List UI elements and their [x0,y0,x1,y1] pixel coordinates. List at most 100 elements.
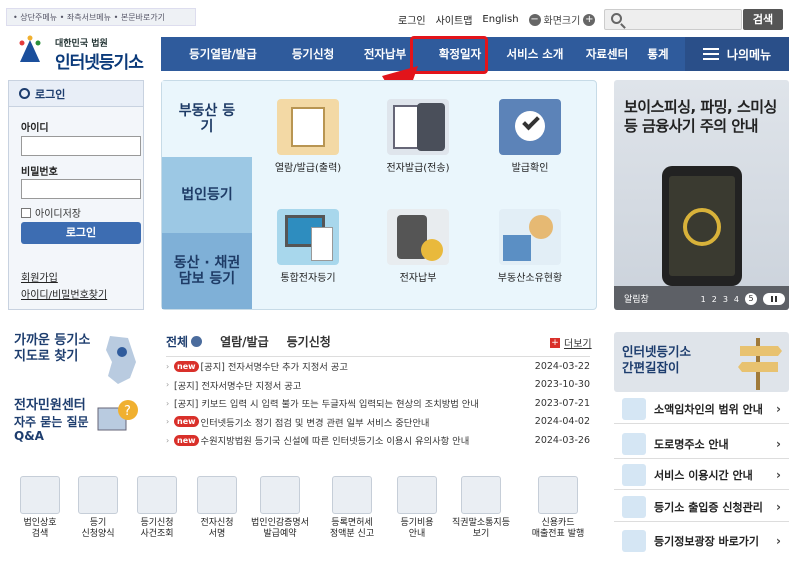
search-icon [611,13,622,24]
id-field[interactable] [21,136,141,156]
nav-statistics[interactable]: 통계 [633,46,683,62]
password-field[interactable] [21,179,141,199]
skip-links[interactable]: • 상단주메뉴 • 좌측서브메뉴 • 본문바로가기 [6,8,196,26]
sitemap-link[interactable]: 사이트맵 [436,12,473,27]
case-lookup-icon [137,476,177,514]
notice-date: 2024-04-02 [534,416,590,428]
nav-service-intro[interactable]: 서비스 소개 [495,46,575,62]
save-id-checkbox[interactable]: 아이디저장 [21,205,81,220]
registration-fees-icon [397,476,437,514]
my-menu-button[interactable]: 나의메뉴 [685,37,789,71]
plus-icon: + [550,337,560,348]
more-link[interactable]: + 더보기 [550,335,592,350]
e-civil-center-link[interactable]: 전자민원센터 [14,398,86,414]
quick-link-access-pass[interactable]: 등기소 출입증 신청관리 › [614,492,789,522]
notice-row[interactable]: › new [공지] 전자서명수단 추가 지정서 공고 2024-03-22 [166,357,590,376]
svg-text:?: ? [124,404,131,419]
bottom-icon-label-2: 발급예약 [263,529,297,540]
tile-ownership[interactable]: 부동산소유현황 [480,209,580,284]
pause-icon[interactable] [763,293,785,305]
banner-page-3[interactable]: 3 [723,295,728,304]
nav-registration[interactable]: 등기신청 [273,46,353,62]
notice-row[interactable]: › [공지] 키보드 입력 시 입력 불가 또는 두글자씩 입력되는 현상의 조치… [166,394,590,413]
id-label: 아이디 [21,123,49,134]
tile-view-issue-label: 열람/발급(출력) [274,163,342,174]
tile-verify[interactable]: 발급확인 [480,99,580,174]
new-badge: new [174,416,199,428]
notice-title[interactable]: 수원지방법원 등기국 신설에 따른 인터넷등기소 이용시 유의사항 안내 [201,433,530,447]
bottom-icon-license-tax[interactable]: 등록면허세 정액분 신고 [322,476,382,541]
english-link[interactable]: English [482,14,518,25]
bottom-icon-card-receipt[interactable]: 신용카드 매출전표 발행 [528,476,588,541]
tile-view-issue[interactable]: 열람/발급(출력) [258,99,358,174]
quick-link-data-plaza[interactable]: 등기정보광장 바로가기 › [614,526,789,556]
bottom-icon-registration-forms[interactable]: 등기 신청양식 [68,476,128,541]
category-movable[interactable]: 동산 · 채권 담보 등기 [162,233,252,309]
search-input[interactable] [604,9,742,30]
bottom-icon-label-1: 등기신청 [140,518,174,528]
zoom-out-icon[interactable]: − [528,13,541,26]
tab-view-issue[interactable]: 열람/발급 [220,333,269,350]
tile-ownership-label: 부동산소유현황 [497,273,563,284]
notice-title[interactable]: 인터넷등기소 정기 점검 및 변경 관련 일부 서비스 중단안내 [201,415,530,429]
bottom-icon-label-2: 사건조회 [140,529,174,540]
notice-date: 2023-10-30 [534,379,590,391]
notice-row[interactable]: › [공지] 전자서명수단 지정서 공고 2023-10-30 [166,376,590,395]
bottom-icon-label-2: 검색 [31,529,49,540]
notice-list: › new [공지] 전자서명수단 추가 지정서 공고 2024-03-22 › [공지]… [166,356,590,450]
quick-link-tenant[interactable]: 소액임차인의 범위 안내 › [614,394,789,424]
category-real-estate[interactable]: 부동산 등기 [162,81,252,157]
service-panel: 부동산 등기 법인등기 동산 · 채권 담보 등기 열람/발급(출력) 전자발급… [161,80,597,310]
tab-registration[interactable]: 등기신청 [287,333,331,350]
quick-link-service-hours[interactable]: 서비스 이용시간 안내 › [614,460,789,490]
login-link[interactable]: 로그인 [398,12,426,27]
login-button[interactable]: 로그인 [21,222,141,244]
bullet-icon: › [166,435,170,445]
bottom-icon-label-1: 직권말소통지등 [452,518,510,528]
search-button[interactable]: 검색 [743,9,783,30]
bottom-icon-case-lookup[interactable]: 등기신청 사건조회 [127,476,187,541]
nav-view-issue[interactable]: 등기열람/발급 [175,46,271,62]
banner-label: 알림창 [624,294,649,305]
map-finder-link[interactable]: 가까운 등기소 지도로 찾기 [14,333,90,364]
chevron-right-icon: › [776,401,781,416]
save-id-label: 아이디저장 [35,209,81,220]
chevron-right-icon: › [776,467,781,482]
chevron-right-icon: › [776,436,781,451]
guide-banner[interactable]: 인터넷등기소 간편길잡이 [614,332,789,392]
notice-row[interactable]: › new 인터넷등기소 정기 점검 및 변경 관련 일부 서비스 중단안내 2024… [166,413,590,432]
bottom-icon-cancellation-notice[interactable]: 직권말소통지등 보기 [451,476,511,541]
notice-title[interactable]: [공지] 전자서명수단 지정서 공고 [174,378,530,392]
banner-page-5[interactable]: 5 [745,293,757,305]
tile-e-issue[interactable]: 전자발급(전송) [368,99,468,174]
notice-title[interactable]: [공지] 전자서명수단 추가 지정서 공고 [201,359,530,373]
bottom-icon-e-signature[interactable]: 전자신청 서명 [187,476,247,541]
site-logo[interactable]: 대한민국 법원 인터넷등기소 [10,34,160,74]
category-corporation[interactable]: 법인등기 [162,157,252,233]
notice-row[interactable]: › new 수원지방법원 등기국 신설에 따른 인터넷등기소 이용시 유의사항 안내… [166,431,590,450]
join-link[interactable]: 회원가입 [21,269,58,284]
faq-link[interactable]: 자주 묻는 질문 Q&A [14,415,89,444]
notice-title[interactable]: [공지] 키보드 입력 시 입력 불가 또는 두글자씩 입력되는 현상의 조치방… [174,396,530,410]
banner-page-1[interactable]: 1 [701,295,706,304]
zoom-in-icon[interactable]: + [583,13,596,26]
guide-title1: 인터넷등기소 [622,344,692,359]
bottom-icon-registration-fees[interactable]: 등기비용 안내 [387,476,447,541]
quick-link-road-address[interactable]: 도로명주소 안내 › [614,429,789,459]
court-emblem-icon [14,35,46,68]
tile-integrated[interactable]: 통합전자등기 [258,209,358,284]
banner-page-4[interactable]: 4 [734,295,739,304]
bottom-icon-corp-name-search[interactable]: 법인상호 검색 [10,476,70,541]
tile-e-payment[interactable]: 전자납부 [368,209,468,284]
banner-page-2[interactable]: 2 [712,295,717,304]
checkbox-icon[interactable] [21,207,31,218]
category-real-estate-label: 부동산 등기 [178,102,236,135]
monitor-document-icon [277,209,339,265]
zoom-label: 화면크기 [543,16,581,27]
alert-banner[interactable]: 보이스피싱, 파밍, 스미싱 등 금융사기 주의 안내 알림창 1 2 3 4 5 [614,80,789,310]
find-account-link[interactable]: 아이디/비밀번호찾기 [21,286,107,301]
signpost-icon [738,338,782,390]
bottom-icon-seal-certificate[interactable]: 법인인감증명서 발급예약 [250,476,310,541]
password-label: 비밀번호 [21,167,58,178]
tab-all[interactable]: 전체 [166,333,203,350]
